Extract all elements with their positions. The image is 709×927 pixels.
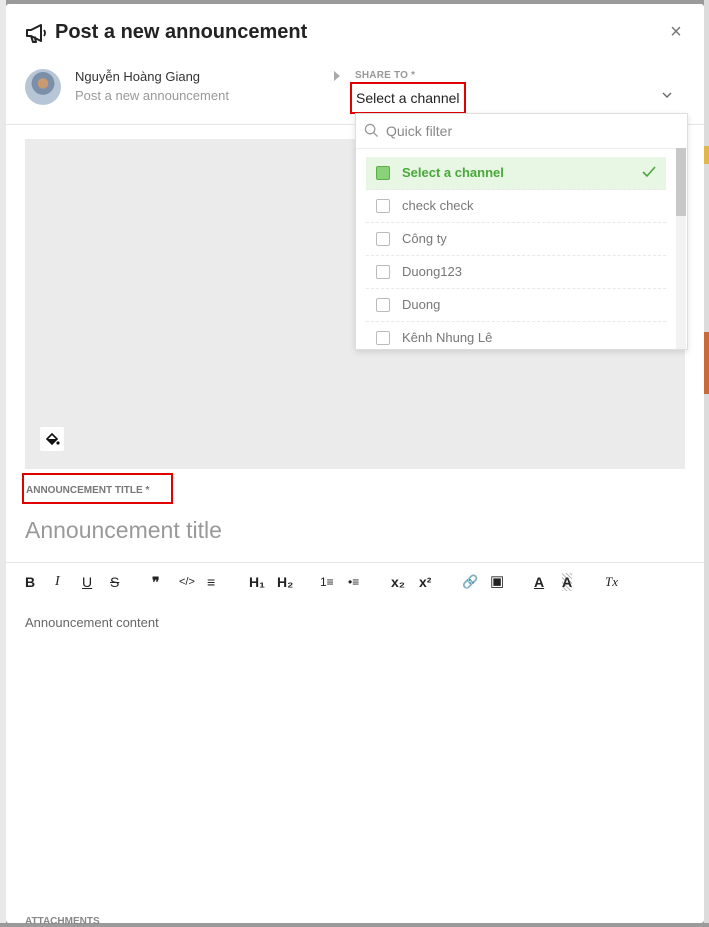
channel-option[interactable]: Select a channel [366,157,666,190]
avatar [25,69,61,105]
checkbox[interactable] [376,298,390,312]
checkbox[interactable] [376,199,390,213]
quote-button[interactable]: ❞ [152,573,160,591]
channel-option-label: check check [402,198,474,213]
modal-header: Post a new announcement × [6,4,704,60]
text-color-button[interactable]: A [534,573,544,591]
announcement-title-label-box: ANNOUNCEMENT TITLE * [22,473,173,504]
bullet-list-button[interactable]: •≡ [348,573,359,591]
background-page-right [704,0,709,923]
announcement-content-editor[interactable]: Announcement content [25,615,159,630]
caret-right-icon [334,71,340,81]
modal-title: Post a new announcement [55,21,308,43]
subscript-button[interactable]: x₂ [391,573,405,591]
channel-dropdown: Select a channel check check Công ty Duo… [355,113,688,350]
megaphone-icon [26,24,46,43]
highlight-button[interactable]: A [562,573,573,591]
strikethrough-button[interactable]: S [110,573,119,591]
editor-toolbar: B I U S ❞ </> ≡ H₁ H₂ 1≡ •≡ x₂ x² 🔗 ▣ A … [6,562,704,601]
background-accent-orange [704,332,709,394]
ordered-list-button[interactable]: 1≡ [320,573,334,591]
bold-button[interactable]: B [25,573,35,591]
channel-option-label: Select a channel [402,165,504,180]
search-icon [364,123,379,138]
checkbox[interactable] [376,166,390,180]
channel-option-label: Công ty [402,231,447,246]
attachments-label: ATTACHMENTS [25,916,100,927]
code-button[interactable]: </> [179,573,195,591]
channel-option[interactable]: Duong [366,289,666,322]
channel-option-label: Kênh Nhung Lê [402,330,493,345]
chevron-down-icon[interactable] [662,90,672,100]
share-to-label: SHARE TO * [355,70,416,81]
author-subtitle: Post a new announcement [75,88,229,103]
channel-option-label: Duong123 [402,264,462,279]
checkbox[interactable] [376,265,390,279]
align-button[interactable]: ≡ [207,573,215,591]
quick-filter [356,114,687,149]
link-icon[interactable]: 🔗 [462,573,478,591]
channel-list: Select a channel check check Công ty Duo… [366,157,666,349]
quick-filter-input[interactable] [386,121,676,141]
channel-select-value: Select a channel [356,90,460,106]
channel-option-label: Duong [402,297,441,312]
italic-button[interactable]: I [55,573,60,591]
heading-2-button[interactable]: H₂ [277,573,293,591]
post-announcement-modal: Post a new announcement × Nguyễn Hoàng G… [6,4,704,927]
paint-bucket-icon [45,432,60,446]
channel-option[interactable]: check check [366,190,666,223]
channel-select[interactable]: Select a channel [350,82,466,114]
image-icon[interactable]: ▣ [490,573,504,591]
channel-option[interactable]: Công ty [366,223,666,256]
clear-format-button[interactable]: Tx [605,573,618,591]
superscript-button[interactable]: x² [419,573,431,591]
announcement-title-input[interactable] [25,512,685,548]
heading-1-button[interactable]: H₁ [249,573,265,591]
underline-button[interactable]: U [82,573,92,591]
dropdown-scrollbar-thumb[interactable] [676,148,686,216]
background-color-button[interactable] [40,427,64,451]
checkbox[interactable] [376,232,390,246]
channel-option[interactable]: Kênh Nhung Lê [366,322,666,349]
author-name: Nguyễn Hoàng Giang [75,69,201,84]
announcement-title-label: ANNOUNCEMENT TITLE * [26,485,150,496]
background-accent-yellow [704,146,709,164]
close-icon[interactable]: × [666,22,686,42]
checkmark-icon [642,166,656,178]
channel-option[interactable]: Duong123 [366,256,666,289]
checkbox[interactable] [376,331,390,345]
